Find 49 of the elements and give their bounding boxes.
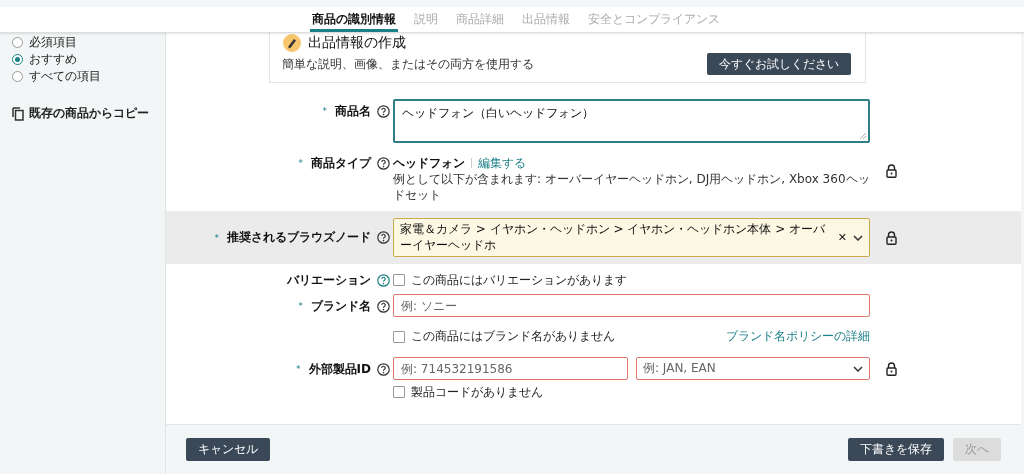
brand-name-field[interactable]: 例: ソニー: [393, 294, 870, 318]
product-id-field[interactable]: 例: 714532191586: [393, 357, 628, 381]
radio-button[interactable]: [12, 36, 23, 48]
copy-link[interactable]: 既存の商品からコピー: [29, 105, 149, 122]
product-name-field[interactable]: ヘッドフォン（白いヘッドフォン）: [393, 99, 870, 143]
product-type-value: ヘッドフォン: [393, 154, 465, 172]
radio-button[interactable]: [12, 53, 23, 65]
copy-icon: [12, 106, 24, 121]
radio-label: すべての項目: [29, 67, 101, 85]
brand-policy-link[interactable]: ブランド名ポリシーの詳細: [726, 328, 870, 346]
browse-node-select[interactable]: 家電＆カメラ > イヤホン・ヘッドホン > イヤホン・ヘッドホン本体 > オーバーイヤーヘッドホ ✕: [393, 218, 870, 258]
id-type-select[interactable]: 例: JAN, EAN: [636, 357, 870, 381]
field-label: バリエーション: [287, 271, 371, 289]
help-icon[interactable]: [377, 231, 390, 245]
checkbox-label: この商品にはバリエーションがあります: [411, 271, 627, 289]
field-label: 推奨されるブラウズノード: [227, 229, 371, 247]
promo-title: 出品情報の作成: [308, 34, 406, 52]
chevron-down-icon: [853, 234, 863, 241]
radio-button[interactable]: [12, 70, 23, 82]
product-type-hint: 例として以下が含まれます: オーバーイヤーヘッドホン, DJ用ヘッドホン, Xbox 360ヘッドセット: [393, 172, 870, 204]
required-mark: *: [298, 158, 303, 168]
checkbox[interactable]: [393, 274, 405, 287]
edit-link[interactable]: 編集する: [478, 154, 526, 172]
required-mark: *: [214, 232, 219, 243]
try-now-button[interactable]: 今すぐお試しください: [707, 53, 851, 75]
clear-icon[interactable]: ✕: [837, 231, 847, 245]
checkbox-label: 製品コードがありません: [411, 383, 543, 401]
field-label: 商品名: [335, 102, 371, 120]
checkbox[interactable]: [393, 330, 405, 343]
help-icon[interactable]: [377, 362, 390, 376]
promo-description: 簡単な説明、画像、またはその両方を使用する: [282, 55, 534, 73]
chevron-down-icon: [853, 365, 863, 372]
help-icon[interactable]: [377, 104, 390, 118]
resize-grip-icon[interactable]: [860, 133, 866, 139]
help-icon[interactable]: [377, 299, 390, 313]
radio-label: おすすめ: [29, 50, 77, 68]
radio-label: 必須項目: [29, 33, 77, 51]
pencil-icon: [282, 33, 302, 53]
required-mark: *: [322, 106, 327, 116]
checkbox-label: この商品にはブランド名がありません: [411, 328, 615, 346]
required-mark: *: [296, 364, 301, 375]
save-draft-button[interactable]: 下書きを保存: [848, 438, 944, 461]
field-label: 商品タイプ: [311, 154, 371, 172]
required-mark: *: [298, 301, 303, 312]
cancel-button[interactable]: キャンセル: [186, 438, 270, 461]
help-icon[interactable]: [377, 156, 390, 170]
checkbox[interactable]: [393, 386, 405, 399]
field-label: 外部製品ID: [308, 360, 371, 378]
field-label: ブランド名: [311, 297, 371, 315]
